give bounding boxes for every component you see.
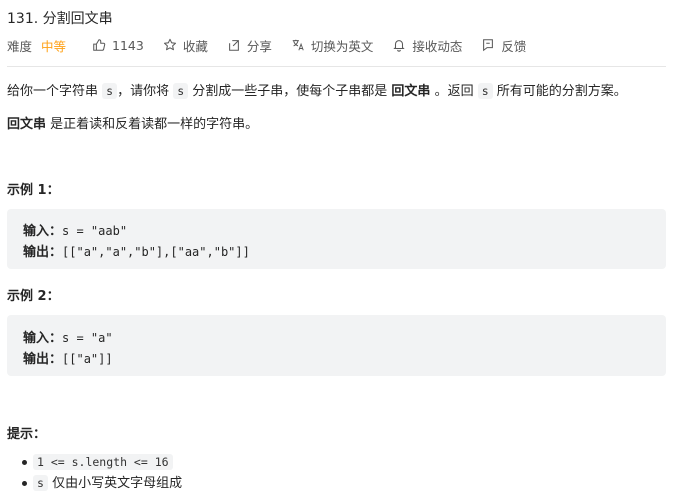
list-item: s 仅由小写英文字母组成 (21, 473, 183, 494)
difficulty-badge: 中等 (41, 38, 67, 54)
switch-language-label: 切换为英文 (310, 38, 374, 54)
inline-code: s (173, 83, 189, 99)
example-2-input: 输入：s = "a" (23, 327, 113, 346)
input-value: s = "a" (62, 331, 113, 345)
example-2-output: 输出：[["a"]] (23, 348, 113, 367)
inline-code: s (33, 475, 48, 491)
output-value: [["a","a","b"],["aa","b"]] (62, 245, 250, 259)
share-label: 分享 (246, 38, 272, 54)
problem-title: 131. 分割回文串 (7, 11, 113, 27)
desc-bold: 回文串 (7, 117, 47, 132)
description-paragraph-1: 给你一个字符串 s ，请你将 s 分割成一些子串，使每个子串都是 回文串 。返回 … (7, 81, 627, 102)
notify-button[interactable]: 接收动态 (392, 36, 462, 55)
switch-language-button[interactable]: 切换为英文 (291, 36, 374, 55)
output-label: 输出： (23, 352, 63, 367)
input-label: 输入： (23, 331, 63, 346)
example-1-heading: 示例 1： (7, 183, 60, 198)
description-paragraph-2: 回文串 是正着读和反着读都一样的字符串。 (7, 115, 258, 135)
star-icon (163, 38, 176, 51)
collect-label: 收藏 (182, 38, 208, 54)
feedback-button[interactable]: 反馈 (481, 36, 526, 55)
inline-code: s (477, 83, 493, 99)
collect-button[interactable]: 收藏 (163, 36, 208, 55)
desc-text: 给你一个字符串 (7, 84, 103, 99)
desc-text: 是正着读和反着读都一样的字符串。 (46, 117, 259, 132)
like-count: 1143 (112, 37, 144, 53)
desc-text: 所有可能的分割方案。 (492, 84, 627, 99)
example-1-input: 输入：s = "aab" (23, 220, 127, 239)
share-button[interactable]: 分享 (227, 36, 272, 55)
desc-bold: 回文串 (391, 84, 431, 99)
problem-toolbar: 难度 中等 1143 收藏 分享 切换为英文 接收动态 反馈 (7, 35, 545, 55)
output-label: 输出： (23, 245, 63, 260)
header-divider (7, 66, 666, 67)
feedback-label: 反馈 (501, 38, 527, 54)
example-2-heading: 示例 2： (7, 289, 60, 304)
example-1-output: 输出：[["a","a","b"],["aa","b"]] (23, 241, 250, 260)
feedback-icon (483, 39, 494, 52)
input-label: 输入： (23, 224, 63, 239)
list-item: 1 <= s.length <= 16 (21, 452, 182, 473)
desc-text: 。返回 (430, 84, 478, 99)
thumbs-up-icon (93, 39, 106, 51)
bell-icon (393, 40, 406, 52)
inline-code: s (102, 83, 118, 99)
share-icon (228, 40, 239, 51)
constraints-heading: 提示： (7, 427, 47, 442)
desc-text: ，请你将 (117, 84, 174, 99)
like-button[interactable]: 1143 (92, 38, 144, 53)
notify-label: 接收动态 (412, 38, 463, 54)
example-1-block: 输入：s = "aab" 输出：[["a","a","b"],["aa","b"… (7, 209, 666, 269)
inline-code: 1 <= s.length <= 16 (33, 454, 173, 470)
translate-icon (292, 39, 304, 51)
input-value: s = "aab" (62, 224, 128, 238)
example-2-block: 输入：s = "a" 输出：[["a"]] (7, 315, 666, 376)
constraint-text: 仅由小写英文字母组成 (47, 476, 183, 491)
difficulty-label: 难度 (7, 38, 33, 54)
output-value: [["a"]] (62, 352, 113, 366)
constraints-list: 1 <= s.length <= 16 s 仅由小写英文字母组成 (21, 452, 183, 494)
desc-text: 分割成一些子串，使每个子串都是 (188, 84, 392, 99)
